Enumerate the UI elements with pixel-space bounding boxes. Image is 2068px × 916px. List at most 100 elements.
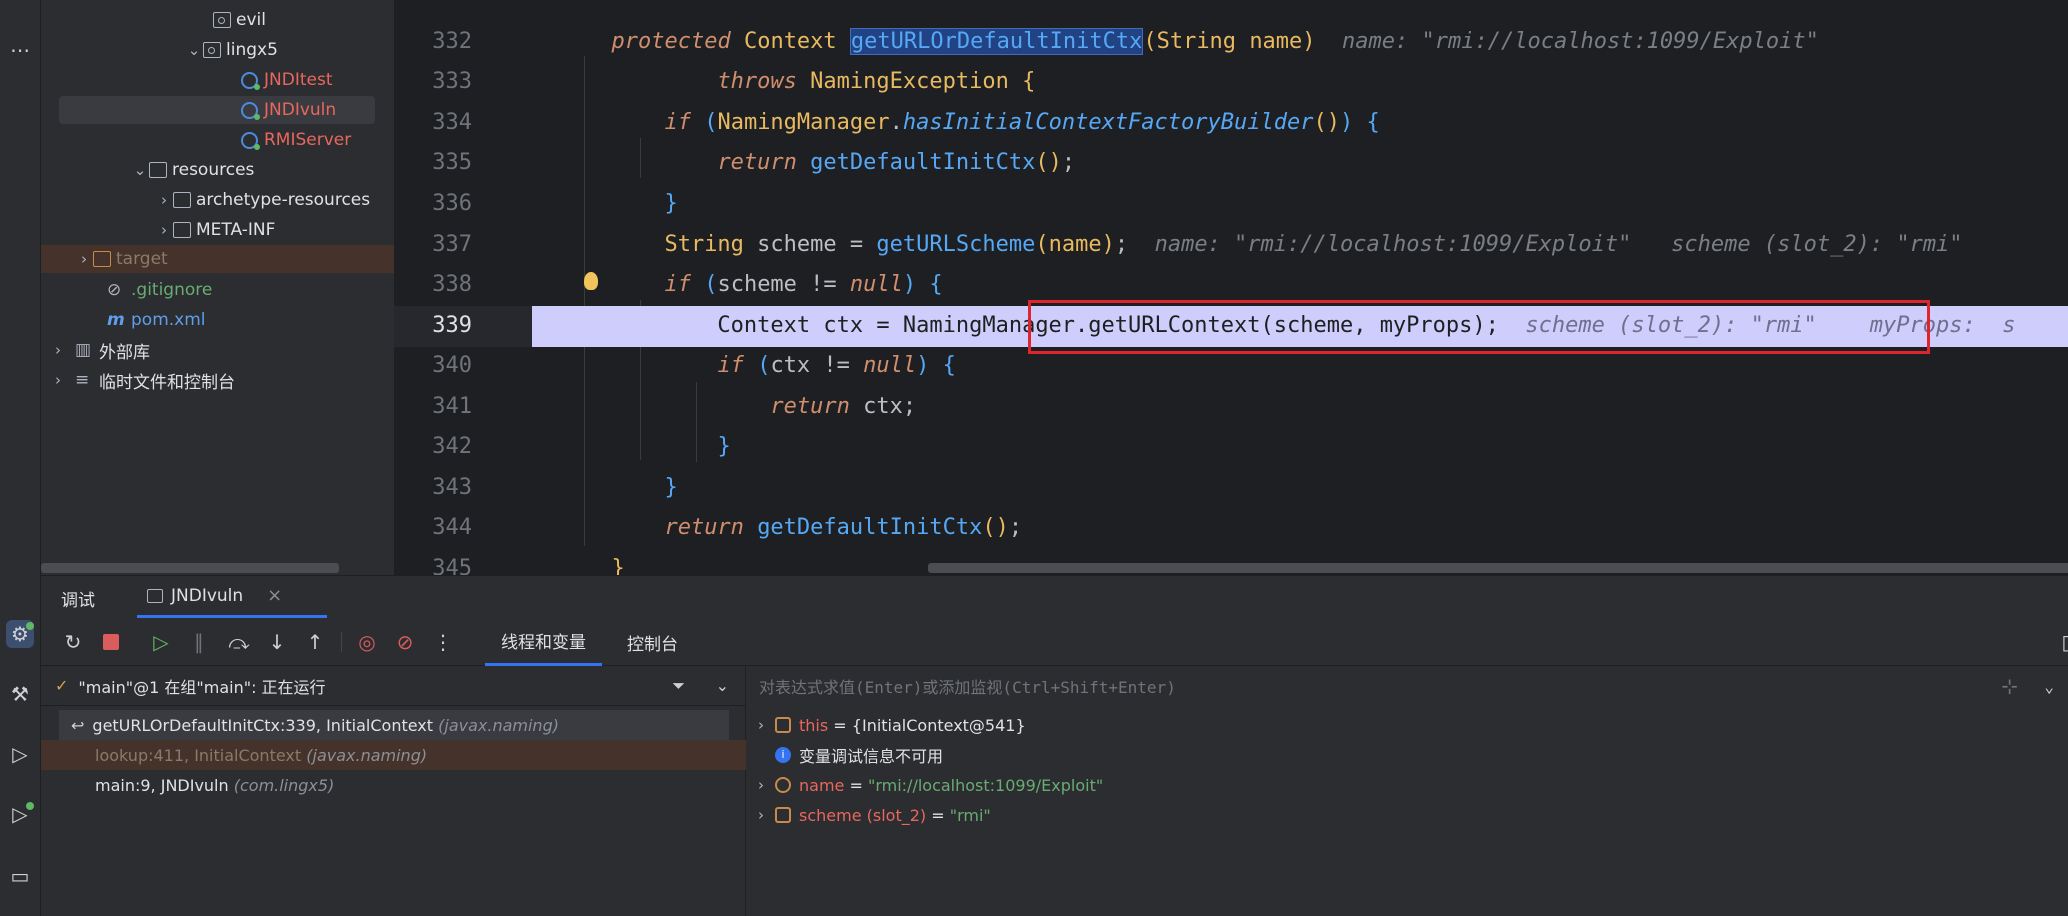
services-icon[interactable]: ▷	[6, 740, 34, 768]
project-tree: evil ⌄ lingx5 JNDItest JNDIvuln RMIServe…	[41, 0, 394, 575]
build-icon[interactable]: ⚒	[6, 680, 34, 708]
step-over-icon[interactable]: ⤼	[225, 628, 253, 656]
ignore-icon: ⊘	[107, 280, 122, 300]
frame-item[interactable]: main:9, JNDIvuln (com.lingx5)	[59, 770, 729, 800]
line-number: 343	[432, 475, 472, 500]
variable-name[interactable]: › name = "rmi://localhost:1099/Exploit"	[747, 770, 1103, 800]
class-icon	[241, 101, 260, 120]
chevron-down-icon[interactable]: ⌄	[131, 161, 149, 179]
field-icon	[775, 807, 791, 823]
chevron-right-icon[interactable]: ›	[75, 250, 93, 268]
tab-threads-variables[interactable]: 线程和变量	[485, 618, 602, 666]
check-icon: ✓	[55, 676, 69, 695]
tree-item-meta-inf[interactable]: › META-INF	[155, 216, 275, 244]
line-number: 332	[432, 29, 472, 54]
more-icon[interactable]: ⋯	[6, 36, 34, 64]
code-line-335: return getDefaultInitCtx();	[717, 150, 1076, 175]
frames-list: ✓ "main"@1 在组"main": 正在运行 ⏷ ⌄ ↩ getURLOr…	[41, 666, 746, 916]
chevron-right-icon[interactable]: ›	[747, 716, 775, 734]
evaluate-expression-input[interactable]: 对表达式求值(Enter)或添加监视(Ctrl+Shift+Enter) ⊹ ⌄	[747, 666, 2068, 706]
line-number: 336	[432, 191, 472, 216]
code-editor[interactable]: 332 333 334 335 336 337 338 339 340 341 …	[394, 0, 2068, 575]
thread-selector[interactable]: ✓ "main"@1 在组"main": 正在运行 ⏷ ⌄	[41, 666, 745, 706]
step-into-icon[interactable]: ↓	[263, 628, 291, 656]
chevron-down-icon[interactable]: ⌄	[716, 676, 729, 695]
layout-icon[interactable]: ▯	[2053, 628, 2068, 656]
tab-console[interactable]: 控制台	[611, 618, 694, 666]
maven-icon: m	[107, 310, 125, 330]
package-icon	[203, 42, 221, 58]
chevron-right-icon[interactable]: ›	[155, 191, 173, 209]
view-breakpoints-icon[interactable]: ◎	[353, 628, 381, 656]
toolbar-separator	[341, 632, 342, 652]
scratches-icon: ≡	[75, 370, 90, 390]
variable-this[interactable]: › this = {InitialContext@541}	[747, 710, 1026, 740]
more-options-icon[interactable]: ⋮	[429, 628, 457, 656]
line-number: 337	[432, 232, 472, 257]
folder-icon	[149, 162, 167, 178]
pause-icon[interactable]: ∥	[185, 628, 213, 656]
tree-scrollbar[interactable]	[41, 563, 339, 573]
tree-item-resources[interactable]: ⌄ resources	[131, 156, 255, 184]
add-watch-icon[interactable]: ⊹	[2001, 674, 2018, 698]
close-icon[interactable]: ×	[267, 585, 282, 606]
tree-item-evil[interactable]: evil	[213, 6, 266, 34]
editor-scrollbar[interactable]	[928, 563, 2068, 573]
folder-icon	[173, 192, 191, 208]
tree-item-archetype-resources[interactable]: › archetype-resources	[155, 186, 370, 214]
mute-breakpoints-icon[interactable]: ⊘	[391, 628, 419, 656]
frame-item[interactable]: lookup:411, InitialContext (javax.naming…	[41, 740, 746, 770]
tree-item-external-libs[interactable]: › ▥ 外部库	[49, 336, 150, 364]
code-line-334: if (NamingManager.hasInitialContextFacto…	[664, 110, 1380, 135]
code-line-337: String scheme = getURLScheme(name); name…	[664, 232, 1963, 257]
parameter-icon	[775, 777, 791, 793]
chevron-right-icon[interactable]: ›	[747, 806, 775, 824]
terminal-icon[interactable]: ▭	[6, 862, 34, 890]
tree-item-gitignore[interactable]: ⊘ .gitignore	[107, 276, 212, 304]
frame-item[interactable]: ↩ getURLOrDefaultInitCtx:339, InitialCon…	[59, 710, 729, 740]
chevron-down-icon[interactable]: ⌄	[185, 41, 203, 59]
tree-item-lingx5[interactable]: ⌄ lingx5	[185, 36, 278, 64]
code-line-341: return ctx;	[770, 394, 917, 419]
class-icon	[241, 71, 260, 90]
tree-item-jnditest[interactable]: JNDItest	[241, 66, 332, 94]
tab-jndivuln[interactable]: JNDIvuln ×	[137, 576, 327, 618]
tree-item-rmiserver[interactable]: RMIServer	[241, 126, 351, 154]
inline-hint: scheme (slot_2): "rmi"	[1671, 232, 1963, 257]
lightbulb-icon[interactable]	[584, 272, 598, 290]
folder-icon	[93, 251, 111, 267]
inline-hint: name: "rmi://localhost:1099/Exploit"	[1342, 29, 1819, 54]
chevron-down-icon[interactable]: ⌄	[2044, 677, 2054, 696]
line-number-current: 339	[394, 306, 534, 347]
folder-icon	[173, 222, 191, 238]
tree-item-target[interactable]: › target	[41, 245, 394, 273]
resume-icon[interactable]: ▷	[147, 628, 175, 656]
chevron-right-icon[interactable]: ›	[155, 221, 173, 239]
debug-title: 调试	[61, 591, 95, 611]
tree-item-pom[interactable]: m pom.xml	[107, 306, 206, 334]
running-indicator	[26, 622, 34, 630]
filter-icon[interactable]: ⏷	[672, 676, 685, 696]
line-number: 335	[432, 150, 472, 175]
chevron-right-icon[interactable]: ›	[49, 341, 67, 359]
package-icon	[213, 12, 231, 28]
code-line-342: }	[717, 434, 731, 459]
line-number: 340	[432, 353, 472, 378]
tree-item-scratches[interactable]: › ≡ 临时文件和控制台	[49, 366, 235, 394]
library-icon: ▥	[75, 340, 92, 360]
step-out-icon[interactable]: ↑	[301, 628, 329, 656]
code-line-344: return getDefaultInitCtx();	[664, 515, 1023, 540]
variable-scheme[interactable]: › scheme (slot_2) = "rmi"	[747, 800, 991, 830]
activity-strip: ⋯ ⚙ ⚒ ▷ ▷ ▭	[0, 0, 41, 916]
rerun-icon[interactable]: ↻	[59, 628, 87, 656]
line-number: 345	[432, 556, 472, 575]
chevron-right-icon[interactable]: ›	[49, 371, 67, 389]
line-number: 342	[432, 434, 472, 459]
chevron-right-icon[interactable]: ›	[747, 776, 775, 794]
stop-icon[interactable]	[97, 628, 125, 656]
line-number: 333	[432, 69, 472, 94]
tree-item-jndivuln[interactable]: JNDIvuln	[59, 96, 375, 124]
line-number: 344	[432, 515, 472, 540]
line-number: 341	[432, 394, 472, 419]
breakpoint-highlight-box	[1028, 300, 1930, 354]
